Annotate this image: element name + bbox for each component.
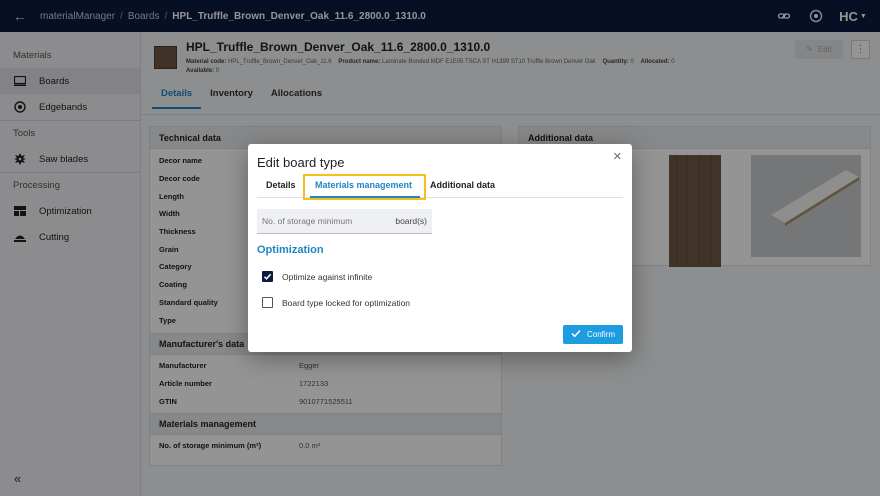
dialog-title: Edit board type — [257, 155, 345, 170]
checkbox-checked-icon[interactable] — [262, 271, 273, 282]
checkbox-label: Optimize against infinite — [282, 271, 373, 282]
confirm-button-label: Confirm — [586, 330, 615, 339]
confirm-button[interactable]: Confirm — [563, 325, 623, 344]
storage-minimum-field[interactable]: No. of storage minimum board(s) — [257, 209, 432, 234]
checkbox-unchecked-icon[interactable] — [262, 297, 273, 308]
tab-additional-data[interactable]: Additional data — [430, 180, 495, 190]
highlight-box — [303, 174, 426, 200]
tab-details[interactable]: Details — [266, 180, 296, 190]
close-icon[interactable]: ✕ — [613, 150, 622, 163]
checkmark-icon — [571, 329, 581, 340]
storage-minimum-placeholder: No. of storage minimum — [262, 216, 353, 226]
optimization-heading: Optimization — [257, 244, 324, 256]
optimize-against-infinite-checkbox[interactable]: Optimize against infinite — [262, 271, 372, 282]
edit-board-type-dialog: Edit board type ✕ Details Materials mana… — [248, 144, 632, 352]
storage-minimum-unit: board(s) — [395, 216, 427, 226]
board-type-locked-checkbox[interactable]: Board type locked for optimization — [262, 297, 410, 308]
checkbox-label: Board type locked for optimization — [282, 297, 411, 308]
